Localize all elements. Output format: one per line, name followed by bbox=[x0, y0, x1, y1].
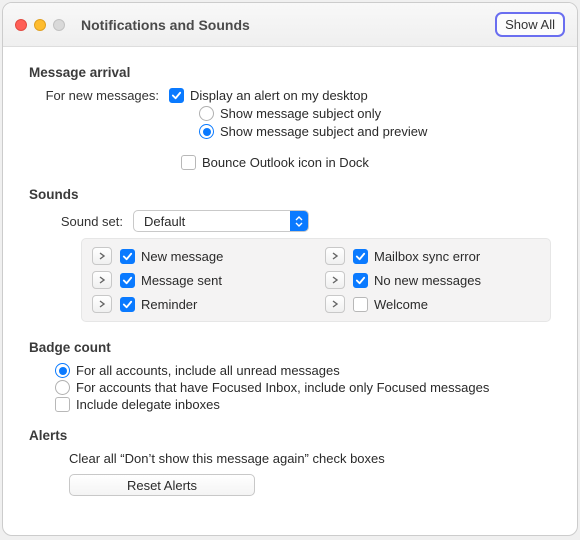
zoom-window-button[interactable] bbox=[53, 19, 65, 31]
include-delegate-label: Include delegate inboxes bbox=[76, 397, 220, 412]
sound-checkbox[interactable] bbox=[353, 297, 368, 312]
play-sound-button[interactable] bbox=[92, 271, 112, 289]
chevron-right-icon bbox=[331, 300, 339, 308]
sound-row: Mailbox sync error bbox=[325, 247, 540, 265]
section-heading-sounds: Sounds bbox=[29, 187, 551, 202]
sound-checkbox[interactable] bbox=[120, 249, 135, 264]
show-all-button[interactable]: Show All bbox=[495, 12, 565, 37]
section-heading-alerts: Alerts bbox=[29, 428, 551, 443]
chevron-right-icon bbox=[98, 276, 106, 284]
section-heading-message-arrival: Message arrival bbox=[29, 65, 551, 80]
close-window-button[interactable] bbox=[15, 19, 27, 31]
sound-label: No new messages bbox=[374, 273, 481, 288]
sound-set-label: Sound set: bbox=[29, 214, 133, 229]
checkmark-icon bbox=[171, 90, 182, 101]
display-alert-checkbox[interactable] bbox=[169, 88, 184, 103]
select-stepper-icon bbox=[290, 211, 308, 231]
section-heading-badge: Badge count bbox=[29, 340, 551, 355]
sound-checkbox[interactable] bbox=[120, 297, 135, 312]
display-alert-label: Display an alert on my desktop bbox=[190, 88, 368, 103]
badge-focused-label: For accounts that have Focused Inbox, in… bbox=[76, 380, 489, 395]
play-sound-button[interactable] bbox=[92, 295, 112, 313]
sounds-panel: New message Mailbox sync error Message s… bbox=[81, 238, 551, 322]
sound-label: Reminder bbox=[141, 297, 197, 312]
include-delegate-checkbox[interactable] bbox=[55, 397, 70, 412]
chevron-right-icon bbox=[98, 300, 106, 308]
bounce-dock-checkbox[interactable] bbox=[181, 155, 196, 170]
subject-preview-radio[interactable] bbox=[199, 124, 214, 139]
minimize-window-button[interactable] bbox=[34, 19, 46, 31]
subject-only-radio[interactable] bbox=[199, 106, 214, 121]
bounce-dock-label: Bounce Outlook icon in Dock bbox=[202, 155, 369, 170]
sound-label: New message bbox=[141, 249, 223, 264]
sound-label: Welcome bbox=[374, 297, 428, 312]
play-sound-button[interactable] bbox=[325, 247, 345, 265]
alerts-description: Clear all “Don’t show this message again… bbox=[69, 451, 551, 466]
play-sound-button[interactable] bbox=[92, 247, 112, 265]
content-area: Message arrival For new messages: Displa… bbox=[3, 47, 577, 535]
preferences-window: Notifications and Sounds Show All Messag… bbox=[2, 2, 578, 536]
play-sound-button[interactable] bbox=[325, 295, 345, 313]
sound-set-value: Default bbox=[134, 214, 290, 229]
chevron-right-icon bbox=[98, 252, 106, 260]
sound-label: Message sent bbox=[141, 273, 222, 288]
sound-set-select[interactable]: Default bbox=[133, 210, 309, 232]
sound-row: No new messages bbox=[325, 271, 540, 289]
checkmark-icon bbox=[355, 275, 366, 286]
badge-all-label: For all accounts, include all unread mes… bbox=[76, 363, 340, 378]
reset-alerts-button[interactable]: Reset Alerts bbox=[69, 474, 255, 496]
checkmark-icon bbox=[122, 275, 133, 286]
sound-row: Welcome bbox=[325, 295, 540, 313]
window-title: Notifications and Sounds bbox=[81, 3, 250, 46]
subject-preview-label: Show message subject and preview bbox=[220, 124, 427, 139]
play-sound-button[interactable] bbox=[325, 271, 345, 289]
chevron-right-icon bbox=[331, 252, 339, 260]
sound-checkbox[interactable] bbox=[353, 273, 368, 288]
titlebar: Notifications and Sounds Show All bbox=[3, 3, 577, 47]
checkmark-icon bbox=[122, 251, 133, 262]
checkmark-icon bbox=[122, 299, 133, 310]
sound-checkbox[interactable] bbox=[353, 249, 368, 264]
badge-focused-radio[interactable] bbox=[55, 380, 70, 395]
badge-all-radio[interactable] bbox=[55, 363, 70, 378]
subject-only-label: Show message subject only bbox=[220, 106, 381, 121]
sound-checkbox[interactable] bbox=[120, 273, 135, 288]
sound-row: Reminder bbox=[92, 295, 307, 313]
for-new-messages-label: For new messages: bbox=[29, 88, 169, 103]
sound-row: Message sent bbox=[92, 271, 307, 289]
chevron-right-icon bbox=[331, 276, 339, 284]
sound-label: Mailbox sync error bbox=[374, 249, 480, 264]
sound-row: New message bbox=[92, 247, 307, 265]
window-controls bbox=[15, 19, 65, 31]
checkmark-icon bbox=[355, 251, 366, 262]
